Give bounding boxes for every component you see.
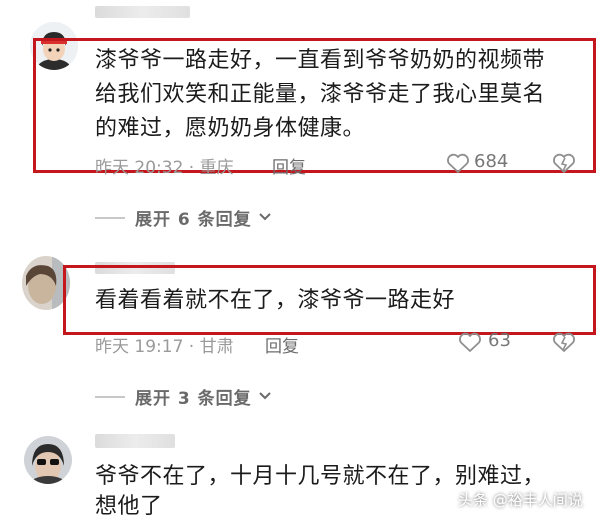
expand-replies-label: 展开 3 条回复 xyxy=(135,389,252,409)
comment-text-line: 给我们欢笑和正能量，漆爷爷走了我心里莫名 xyxy=(95,82,546,107)
comment-text-line: 想他了 xyxy=(95,494,163,519)
divider-dash xyxy=(95,217,125,219)
divider-dash xyxy=(95,396,125,398)
expand-replies-label: 展开 6 条回复 xyxy=(135,210,252,230)
like-button[interactable]: 684 xyxy=(446,151,526,175)
like-count: 684 xyxy=(474,151,509,172)
username-blurred xyxy=(95,434,175,448)
comment-text-line: 的难过，愿奶奶身体健康。 xyxy=(95,116,366,141)
comment-time-location: 昨天 19:17 · 甘肃 xyxy=(95,337,234,357)
chevron-down-icon xyxy=(259,213,271,221)
photo-avatar-icon xyxy=(24,436,72,484)
comment-text-line: 漆爷爷一路走好，一直看到爷爷奶奶的视频带 xyxy=(95,48,546,73)
watermark: 头条 @裕丰人间说 xyxy=(458,491,583,509)
avatar[interactable] xyxy=(24,436,72,484)
dislike-icon[interactable] xyxy=(552,331,576,353)
heart-icon xyxy=(459,332,481,352)
heart-icon xyxy=(447,153,469,173)
like-count: 63 xyxy=(488,330,511,351)
expand-replies-button[interactable]: 展开 3 条回复 xyxy=(95,384,295,410)
like-button[interactable]: 63 xyxy=(458,330,528,354)
comment-text: 看着看着就不在了，漆爷爷一路走好 xyxy=(95,288,456,313)
dislike-icon[interactable] xyxy=(552,152,576,174)
reply-link[interactable]: 回复 xyxy=(272,153,306,178)
expand-replies-button[interactable]: 展开 6 条回复 xyxy=(95,205,295,231)
username-blurred xyxy=(95,6,190,18)
chevron-down-icon xyxy=(259,392,271,400)
comment-time-location: 昨天 20:32 · 重庆 xyxy=(95,158,234,178)
reply-link[interactable]: 回复 xyxy=(265,332,299,357)
